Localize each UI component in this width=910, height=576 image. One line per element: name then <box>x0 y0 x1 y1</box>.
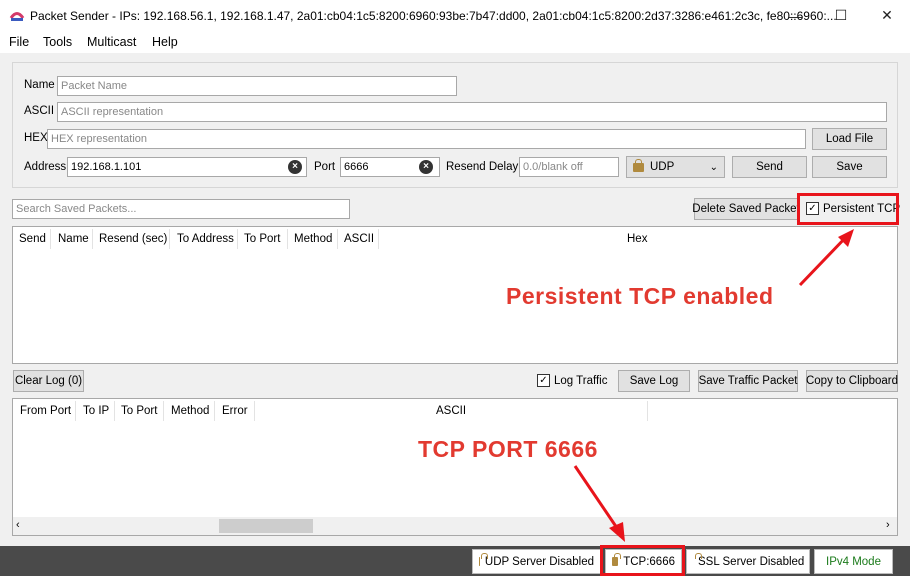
menu-multicast[interactable]: Multicast <box>87 35 136 49</box>
protocol-select[interactable]: UDP ⌄ <box>626 156 725 178</box>
ipv4-mode-button[interactable]: IPv4 Mode <box>814 549 893 574</box>
maximize-button[interactable]: ☐ <box>818 0 864 31</box>
column-to-address[interactable]: To Address <box>177 233 234 245</box>
annotation-arrow-port <box>573 465 625 542</box>
resend-delay-input[interactable]: 0.0/blank off <box>519 157 619 177</box>
name-label: Name <box>24 79 55 91</box>
delete-saved-packet-button[interactable]: Delete Saved Packet <box>692 198 800 220</box>
column-from-port[interactable]: From Port <box>20 405 71 417</box>
menu-file[interactable]: File <box>9 35 29 49</box>
column-to-ip[interactable]: To IP <box>83 405 109 417</box>
column-method[interactable]: Method <box>294 233 332 245</box>
scrollbar-thumb[interactable] <box>219 519 313 533</box>
chevron-down-icon: ⌄ <box>709 161 718 173</box>
lock-icon <box>479 553 488 566</box>
column-method[interactable]: Method <box>171 405 209 417</box>
column-ascii[interactable]: ASCII <box>436 405 466 417</box>
minimize-button[interactable]: — <box>772 0 818 31</box>
column-send[interactable]: Send <box>19 233 46 245</box>
ssl-server-label: SSL Server Disabled <box>698 555 805 568</box>
hex-label: HEX <box>24 132 48 144</box>
save-traffic-packet-button[interactable]: Save Traffic Packet <box>698 370 798 392</box>
lock-icon <box>633 158 644 172</box>
clear-log-button[interactable]: Clear Log (0) <box>13 370 84 392</box>
checkbox-checked-icon: ✓ <box>537 374 550 387</box>
traffic-log-table[interactable] <box>12 398 898 536</box>
resend-delay-label: Resend Delay <box>446 161 519 173</box>
save-log-button[interactable]: Save Log <box>618 370 690 392</box>
column-hex[interactable]: Hex <box>627 233 647 245</box>
port-label: Port <box>314 161 336 173</box>
app-logo-icon <box>9 12 25 21</box>
horizontal-scrollbar[interactable] <box>13 517 897 535</box>
save-button[interactable]: Save <box>812 156 887 178</box>
ascii-label: ASCII <box>24 105 55 117</box>
copy-to-clipboard-button[interactable]: Copy to Clipboard <box>806 370 898 392</box>
scroll-left-icon[interactable]: ‹ <box>16 519 20 531</box>
annotation-arrow-persistent <box>798 229 854 287</box>
log-traffic-checkbox[interactable]: ✓ Log Traffic <box>537 374 608 387</box>
scroll-right-icon[interactable]: › <box>886 519 890 531</box>
clear-port-icon[interactable]: × <box>419 160 433 174</box>
hex-input[interactable]: HEX representation <box>47 129 806 149</box>
ssl-server-status[interactable]: SSL Server Disabled <box>686 549 810 574</box>
udp-server-status[interactable]: UDP Server Disabled <box>472 549 601 574</box>
column-name[interactable]: Name <box>58 233 89 245</box>
log-traffic-label: Log Traffic <box>554 374 608 387</box>
clear-address-icon[interactable]: × <box>288 160 302 174</box>
ascii-input[interactable]: ASCII representation <box>57 102 887 122</box>
annotation-port-label: TCP PORT 6666 <box>418 436 598 462</box>
column-to-port[interactable]: To Port <box>121 405 157 417</box>
send-button[interactable]: Send <box>732 156 807 178</box>
load-file-button[interactable]: Load File <box>812 128 887 150</box>
menu-tools[interactable]: Tools <box>43 35 72 49</box>
menu-help[interactable]: Help <box>152 35 178 49</box>
address-input[interactable]: 192.168.1.101 <box>67 157 307 177</box>
close-button[interactable]: ✕ <box>864 0 910 31</box>
annotation-box-tcp <box>600 545 685 576</box>
address-label: Address <box>24 161 67 173</box>
column-to-port[interactable]: To Port <box>244 233 280 245</box>
column-ascii[interactable]: ASCII <box>344 233 374 245</box>
menu-bar <box>0 31 910 53</box>
packet-name-input[interactable]: Packet Name <box>57 76 457 96</box>
column-error[interactable]: Error <box>222 405 248 417</box>
column-resend[interactable]: Resend (sec) <box>99 233 167 245</box>
annotation-persistent-label: Persistent TCP enabled <box>506 283 774 309</box>
search-saved-packets-input[interactable]: Search Saved Packets... <box>12 199 350 219</box>
annotation-box-persistent <box>797 193 899 225</box>
protocol-value: UDP <box>650 161 675 173</box>
window-title: Packet Sender - IPs: 192.168.56.1, 192.1… <box>30 9 837 23</box>
udp-server-label: UDP Server Disabled <box>484 555 594 568</box>
